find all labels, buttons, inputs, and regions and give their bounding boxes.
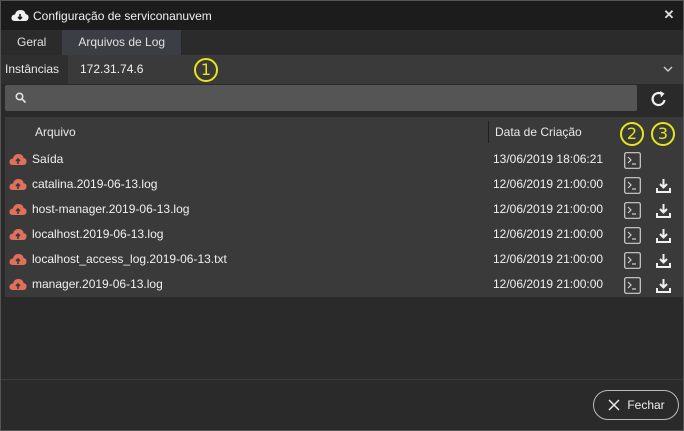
search-bar (5, 85, 637, 111)
table-header: Arquivo Data de Criação (5, 117, 683, 147)
refresh-icon[interactable] (649, 89, 669, 109)
file-date: 12/06/2019 21:00:00 (493, 227, 604, 241)
tab-geral[interactable]: Geral (1, 30, 62, 55)
file-name: Saída (32, 152, 64, 166)
file-date: 12/06/2019 21:00:00 (493, 277, 604, 291)
terminal-view-icon[interactable] (624, 177, 641, 194)
cloud-file-icon (9, 253, 27, 267)
terminal-view-icon[interactable] (624, 152, 641, 169)
table-row[interactable]: localhost.2019-06-13.log 12/06/2019 21:00… (5, 222, 683, 247)
file-date: 12/06/2019 21:00:00 (493, 252, 604, 266)
cloud-file-icon (9, 153, 27, 167)
download-icon[interactable] (655, 227, 672, 244)
footer-divider (1, 379, 683, 380)
instances-row: Instâncias 172.31.74.6 (1, 55, 683, 84)
close-button-label: Fechar (627, 398, 665, 412)
column-header-data-de-criacao[interactable]: Data de Criação (495, 117, 582, 147)
search-input[interactable] (27, 86, 637, 110)
close-circle-icon (607, 398, 621, 412)
table-row[interactable]: host-manager.2019-06-13.log 12/06/2019 21… (5, 197, 683, 222)
file-name: host-manager.2019-06-13.log (32, 202, 190, 216)
annotation-marker-2: 2 (620, 122, 644, 146)
window-title: Configuração de serviconanuvem (33, 8, 212, 23)
terminal-view-icon[interactable] (624, 202, 641, 219)
annotation-marker-3: 3 (651, 122, 675, 146)
cloud-file-icon (9, 203, 27, 217)
file-date: 12/06/2019 21:00:00 (493, 202, 604, 216)
terminal-view-icon[interactable] (624, 227, 641, 244)
download-icon[interactable] (655, 177, 672, 194)
cloud-file-icon (9, 178, 27, 192)
tab-bar: Geral Arquivos de Log (1, 30, 683, 55)
table-row[interactable]: localhost_access_log.2019-06-13.txt 12/06… (5, 247, 683, 272)
file-name: catalina.2019-06-13.log (32, 177, 158, 191)
file-date: 13/06/2019 18:06:21 (493, 152, 604, 166)
instances-select[interactable]: 172.31.74.6 (68, 55, 683, 84)
cloud-logo-icon (11, 9, 29, 23)
instances-selected-value: 172.31.74.6 (80, 62, 144, 76)
column-divider (488, 121, 489, 143)
close-button[interactable]: Fechar (593, 390, 679, 420)
file-name: localhost.2019-06-13.log (32, 227, 164, 241)
file-date: 12/06/2019 21:00:00 (493, 177, 604, 191)
download-icon[interactable] (655, 277, 672, 294)
instances-label: Instâncias (1, 55, 68, 84)
cloud-file-icon (9, 278, 27, 292)
table-row[interactable]: Saída 13/06/2019 18:06:21 (5, 147, 683, 172)
terminal-view-icon[interactable] (624, 252, 641, 269)
column-header-arquivo[interactable]: Arquivo (35, 117, 76, 147)
download-icon[interactable] (655, 252, 672, 269)
table-row[interactable]: manager.2019-06-13.log 12/06/2019 21:00:0… (5, 272, 683, 297)
terminal-view-icon[interactable] (624, 277, 641, 294)
title-bar: Configuração de serviconanuvem ✕ (1, 1, 683, 30)
log-file-list: Saída 13/06/2019 18:06:21 catalina.2019-06… (5, 147, 683, 297)
download-icon[interactable] (655, 202, 672, 219)
annotation-marker-1: 1 (194, 58, 218, 82)
search-icon (15, 92, 27, 104)
dialog-window: Configuração de serviconanuvem ✕ Geral A… (0, 0, 684, 431)
file-name: localhost_access_log.2019-06-13.txt (32, 252, 227, 266)
tab-arquivos-de-log[interactable]: Arquivos de Log (62, 30, 182, 55)
table-row[interactable]: catalina.2019-06-13.log 12/06/2019 21:00:… (5, 172, 683, 197)
cloud-file-icon (9, 228, 27, 242)
file-name: manager.2019-06-13.log (32, 277, 163, 291)
close-icon[interactable]: ✕ (661, 7, 677, 23)
